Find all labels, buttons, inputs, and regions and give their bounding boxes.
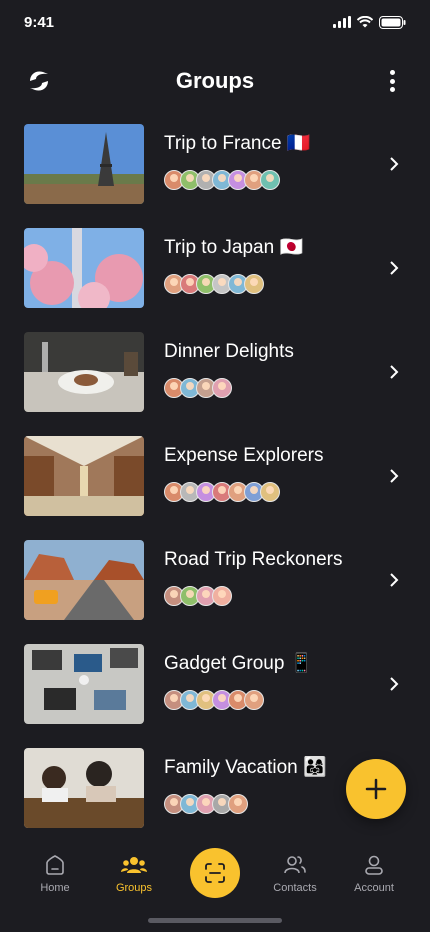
scan-button[interactable] [190, 848, 240, 898]
avatar [228, 794, 248, 814]
member-avatars [164, 274, 303, 294]
group-name: Family Vacation 👨‍👩‍👧 [164, 757, 327, 778]
nav-account[interactable]: Account [339, 852, 409, 894]
chevron-right-icon[interactable] [388, 364, 400, 380]
avatar [212, 378, 232, 398]
group-name: Expense Explorers [164, 445, 324, 466]
member-avatars [164, 482, 323, 502]
member-avatars [164, 378, 294, 398]
group-thumbnail [24, 540, 144, 620]
nav-groups[interactable]: Groups [99, 852, 169, 894]
chevron-right-icon[interactable] [388, 676, 400, 692]
group-name: Dinner Delights [164, 341, 294, 362]
signal-icon [333, 16, 351, 28]
app-logo[interactable] [26, 68, 52, 94]
status-time: 9:41 [24, 13, 55, 31]
group-row-expense-explorers[interactable]: Expense Explorers [0, 436, 430, 540]
group-row-road-trip-reckoners[interactable]: Road Trip Reckoners [0, 540, 430, 644]
member-avatars [164, 690, 313, 710]
more-vertical-icon[interactable] [382, 68, 402, 94]
chevron-right-icon[interactable] [388, 260, 400, 276]
nav-label: Account [354, 882, 394, 894]
avatar [244, 690, 264, 710]
page-title: Groups [175, 68, 255, 93]
group-thumbnail [24, 332, 144, 412]
member-avatars [164, 586, 342, 606]
group-row-dinner-delights[interactable]: Dinner Delights [0, 332, 430, 436]
group-thumbnail [24, 644, 144, 724]
chevron-right-icon[interactable] [388, 572, 400, 588]
member-avatars [164, 170, 311, 190]
group-name: Road Trip Reckoners [164, 549, 343, 570]
nav-contacts[interactable]: Contacts [260, 852, 330, 894]
status-icons [333, 15, 406, 29]
groups-icon [121, 857, 147, 873]
group-row-trip-to-japan[interactable]: Trip to Japan 🇯🇵 [0, 228, 430, 332]
avatar [260, 170, 280, 190]
status-bar: 9:41 [0, 0, 430, 44]
chevron-right-icon[interactable] [388, 156, 400, 172]
add-group-button[interactable] [346, 759, 406, 819]
battery-icon [379, 15, 406, 29]
home-icon [46, 855, 64, 875]
wifi-icon [357, 16, 373, 28]
group-name: Trip to France 🇫🇷 [164, 133, 311, 154]
header: Groups [0, 56, 430, 106]
group-list: Trip to France 🇫🇷 Trip to Japan 🇯🇵 Dinne… [0, 124, 430, 852]
group-name: Gadget Group 📱 [164, 653, 314, 674]
scan-icon [205, 863, 225, 883]
group-thumbnail [24, 436, 144, 516]
avatar [260, 482, 280, 502]
home-indicator [148, 918, 282, 923]
group-name: Trip to Japan 🇯🇵 [164, 237, 304, 258]
avatar [244, 274, 264, 294]
group-thumbnail [24, 124, 144, 204]
avatar [212, 586, 232, 606]
group-row-trip-to-france[interactable]: Trip to France 🇫🇷 [0, 124, 430, 228]
contacts-icon [284, 856, 306, 874]
nav-label: Groups [115, 882, 153, 894]
chevron-right-icon[interactable] [388, 468, 400, 484]
group-row-gadget-group[interactable]: Gadget Group 📱 [0, 644, 430, 748]
group-thumbnail [24, 228, 144, 308]
group-thumbnail [24, 748, 144, 828]
account-icon [365, 855, 383, 875]
plus-icon [365, 778, 387, 800]
member-avatars [164, 794, 327, 814]
nav-label: Home [40, 882, 70, 894]
nav-label: Contacts [273, 882, 317, 894]
nav-home[interactable]: Home [20, 852, 90, 894]
